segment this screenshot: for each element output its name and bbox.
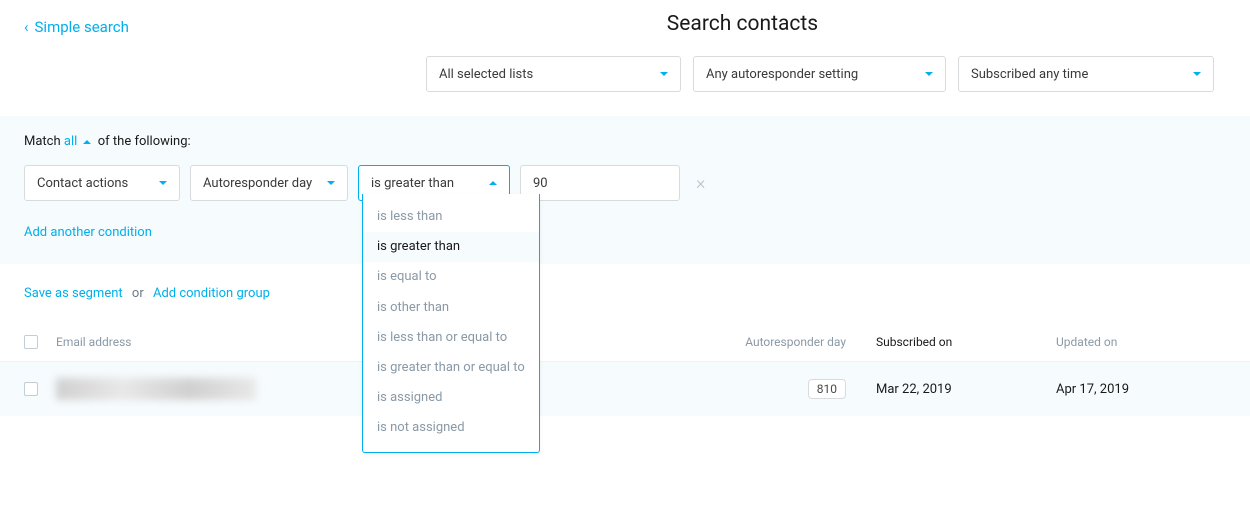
save-as-segment-link[interactable]: Save as segment [24,286,123,301]
operator-dropdown: is less than is greater than is equal to… [362,194,540,453]
cell-subscribed-on: Mar 22, 2019 [876,382,1056,397]
chevron-down-icon [159,181,167,185]
th-autoresponder-day: Autoresponder day [706,335,876,349]
segment-actions: Save as segment or Add condition group [0,264,1250,323]
th-updated-on: Updated on [1056,335,1226,349]
simple-search-back[interactable]: ‹ Simple search [24,18,129,36]
operator-option[interactable]: is less than [363,202,539,232]
match-line: Match all of the following: [24,134,1226,149]
condition-subfield-value: Autoresponder day [203,176,312,191]
add-condition-link[interactable]: Add another condition [24,225,1226,240]
table-header: Email address Autoresponder day Subscrib… [0,323,1250,362]
table-row[interactable]: 810 Mar 22, 2019 Apr 17, 2019 [0,362,1250,416]
autoresponder-day-badge: 810 [808,379,846,399]
subscribed-time-select[interactable]: Subscribed any time [958,56,1214,92]
operator-option[interactable]: is other than [363,293,539,323]
match-suffix: of the following: [98,134,191,149]
chevron-up-icon [489,181,497,185]
chevron-down-icon [1193,72,1201,76]
add-condition-group-link[interactable]: Add condition group [153,286,270,301]
condition-value-input[interactable] [520,165,680,201]
condition-row: Contact actions Autoresponder day is gre… [24,165,1226,201]
cell-updated-on: Apr 17, 2019 [1056,382,1226,397]
redacted-email [56,378,256,400]
condition-subfield-select[interactable]: Autoresponder day [190,165,348,201]
match-prefix: Match [24,134,61,149]
chevron-down-icon [925,72,933,76]
page-title: Search contacts [259,12,1226,36]
row-checkbox[interactable] [24,382,38,396]
th-subscribed-on[interactable]: Subscribed on [876,335,1056,349]
back-label: Simple search [35,18,129,36]
subscribed-time-value: Subscribed any time [971,67,1088,82]
match-mode-toggle[interactable]: all [64,134,77,149]
autoresponder-setting-value: Any autoresponder setting [706,67,858,82]
operator-option[interactable]: is greater than [363,232,539,262]
chevron-up-icon [83,140,91,144]
condition-operator-value: is greater than [371,176,454,191]
operator-option[interactable]: is not assigned [363,413,539,443]
lists-select[interactable]: All selected lists [426,56,681,92]
operator-option[interactable]: is less than or equal to [363,323,539,353]
or-text: or [132,286,144,301]
condition-field-select[interactable]: Contact actions [24,165,180,201]
autoresponder-setting-select[interactable]: Any autoresponder setting [693,56,946,92]
select-all-checkbox[interactable] [24,335,38,349]
conditions-panel: Match all of the following: Contact acti… [0,116,1250,264]
condition-field-value: Contact actions [37,176,128,191]
operator-option[interactable]: is equal to [363,262,539,292]
chevron-down-icon [660,72,668,76]
chevron-down-icon [327,181,335,185]
cell-autoresponder-day: 810 [706,379,876,399]
operator-option[interactable]: is assigned [363,383,539,413]
operator-option[interactable]: is greater than or equal to [363,353,539,383]
lists-select-value: All selected lists [439,67,533,82]
chevron-left-icon: ‹ [24,20,29,35]
remove-condition-button[interactable]: × [696,173,705,194]
top-filters: All selected lists Any autoresponder set… [0,36,1250,116]
